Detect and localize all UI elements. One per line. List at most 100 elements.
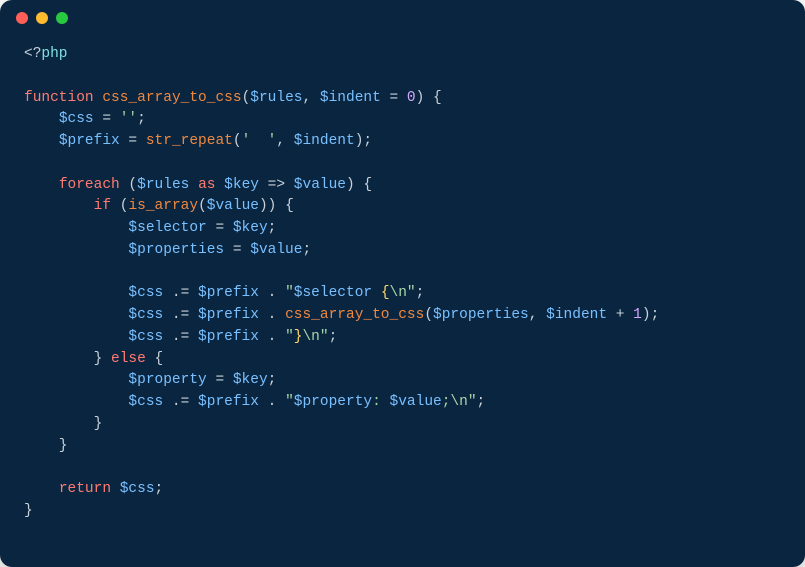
code-line: return $css; bbox=[24, 479, 781, 501]
code-token: .= bbox=[163, 394, 198, 410]
close-icon[interactable] bbox=[16, 12, 28, 24]
code-token: .= bbox=[163, 329, 198, 345]
code-line: $prefix = str_repeat(' ', $indent); bbox=[24, 131, 781, 153]
code-token: php bbox=[41, 46, 67, 62]
code-token: $value bbox=[390, 394, 442, 410]
code-token: )) { bbox=[259, 198, 294, 214]
code-token: , bbox=[302, 90, 319, 106]
code-token: .= bbox=[163, 285, 198, 301]
code-token: css_array_to_css bbox=[102, 90, 241, 106]
code-token: ; bbox=[155, 481, 164, 497]
window-titlebar bbox=[0, 0, 805, 36]
code-token: $prefix bbox=[198, 307, 259, 323]
code-token: .= bbox=[163, 307, 198, 323]
code-token: $key bbox=[233, 220, 268, 236]
code-token bbox=[24, 329, 128, 345]
code-line bbox=[24, 153, 781, 175]
code-token: ) { bbox=[346, 177, 372, 193]
code-token: $value bbox=[250, 242, 302, 258]
code-token: + bbox=[607, 307, 633, 323]
code-token: 0 bbox=[407, 90, 416, 106]
code-token: = bbox=[224, 242, 250, 258]
code-token: $rules bbox=[137, 177, 189, 193]
code-token: $prefix bbox=[198, 285, 259, 301]
code-token: = bbox=[207, 220, 233, 236]
code-token: str_repeat bbox=[146, 133, 233, 149]
code-line: $selector = $key; bbox=[24, 218, 781, 240]
code-token bbox=[24, 481, 59, 497]
code-line: } bbox=[24, 414, 781, 436]
code-token: $prefix bbox=[198, 394, 259, 410]
code-token: ; bbox=[329, 329, 338, 345]
code-token: " bbox=[285, 285, 294, 301]
code-line: $css .= $prefix . "$selector {\n"; bbox=[24, 283, 781, 305]
code-token: ( bbox=[120, 177, 137, 193]
code-line bbox=[24, 457, 781, 479]
code-token: = bbox=[381, 90, 407, 106]
code-token: $properties bbox=[433, 307, 529, 323]
code-token: 1 bbox=[633, 307, 642, 323]
code-token: ( bbox=[424, 307, 433, 323]
code-line: function css_array_to_css($rules, $inden… bbox=[24, 88, 781, 110]
code-token: ( bbox=[111, 198, 128, 214]
code-token: . bbox=[259, 394, 285, 410]
code-token: as bbox=[198, 177, 215, 193]
code-token bbox=[24, 372, 128, 388]
code-line bbox=[24, 66, 781, 88]
code-line: $css .= $prefix . "$property: $value;\n"… bbox=[24, 392, 781, 414]
code-token: is_array bbox=[128, 198, 198, 214]
code-token: $css bbox=[128, 307, 163, 323]
code-token bbox=[111, 481, 120, 497]
code-line: if (is_array($value)) { bbox=[24, 196, 781, 218]
zoom-icon[interactable] bbox=[56, 12, 68, 24]
minimize-icon[interactable] bbox=[36, 12, 48, 24]
code-token: $indent bbox=[546, 307, 607, 323]
code-token: $property bbox=[294, 394, 372, 410]
code-token: $indent bbox=[294, 133, 355, 149]
code-token: ; bbox=[416, 285, 425, 301]
code-token: ( bbox=[233, 133, 242, 149]
code-token: $prefix bbox=[198, 329, 259, 345]
code-token bbox=[24, 242, 128, 258]
code-token: $rules bbox=[250, 90, 302, 106]
code-token: $properties bbox=[128, 242, 224, 258]
code-token: $prefix bbox=[59, 133, 120, 149]
code-line: } else { bbox=[24, 349, 781, 371]
code-token: => bbox=[259, 177, 294, 193]
code-line: $css .= $prefix . "}\n"; bbox=[24, 327, 781, 349]
code-token bbox=[215, 177, 224, 193]
code-line: $css = ''; bbox=[24, 109, 781, 131]
code-line: } bbox=[24, 501, 781, 523]
code-token: $selector bbox=[128, 220, 206, 236]
code-token: } bbox=[24, 503, 33, 519]
code-token bbox=[24, 177, 59, 193]
code-token: ( bbox=[242, 90, 251, 106]
code-token: ; bbox=[268, 372, 277, 388]
code-token bbox=[24, 198, 94, 214]
code-token: $indent bbox=[320, 90, 381, 106]
code-token: = bbox=[207, 372, 233, 388]
code-token: : bbox=[372, 394, 389, 410]
code-token: \n" bbox=[390, 285, 416, 301]
code-token bbox=[24, 111, 59, 127]
code-token: \n" bbox=[302, 329, 328, 345]
code-token: . bbox=[259, 307, 285, 323]
code-token: ( bbox=[198, 198, 207, 214]
code-token: css_array_to_css bbox=[285, 307, 424, 323]
code-token: if bbox=[94, 198, 111, 214]
code-token: . bbox=[259, 285, 285, 301]
code-token: $key bbox=[224, 177, 259, 193]
code-token: $value bbox=[294, 177, 346, 193]
code-token: ; bbox=[477, 394, 486, 410]
code-token: $css bbox=[128, 285, 163, 301]
code-token bbox=[24, 285, 128, 301]
code-token: ; bbox=[137, 111, 146, 127]
code-token: return bbox=[59, 481, 111, 497]
code-line: $css .= $prefix . css_array_to_css($prop… bbox=[24, 305, 781, 327]
code-token: = bbox=[120, 133, 146, 149]
code-token bbox=[24, 394, 128, 410]
code-token: { bbox=[146, 351, 163, 367]
code-window: <?php function css_array_to_css($rules, … bbox=[0, 0, 805, 567]
code-token: function bbox=[24, 90, 94, 106]
code-token: } bbox=[24, 416, 102, 432]
